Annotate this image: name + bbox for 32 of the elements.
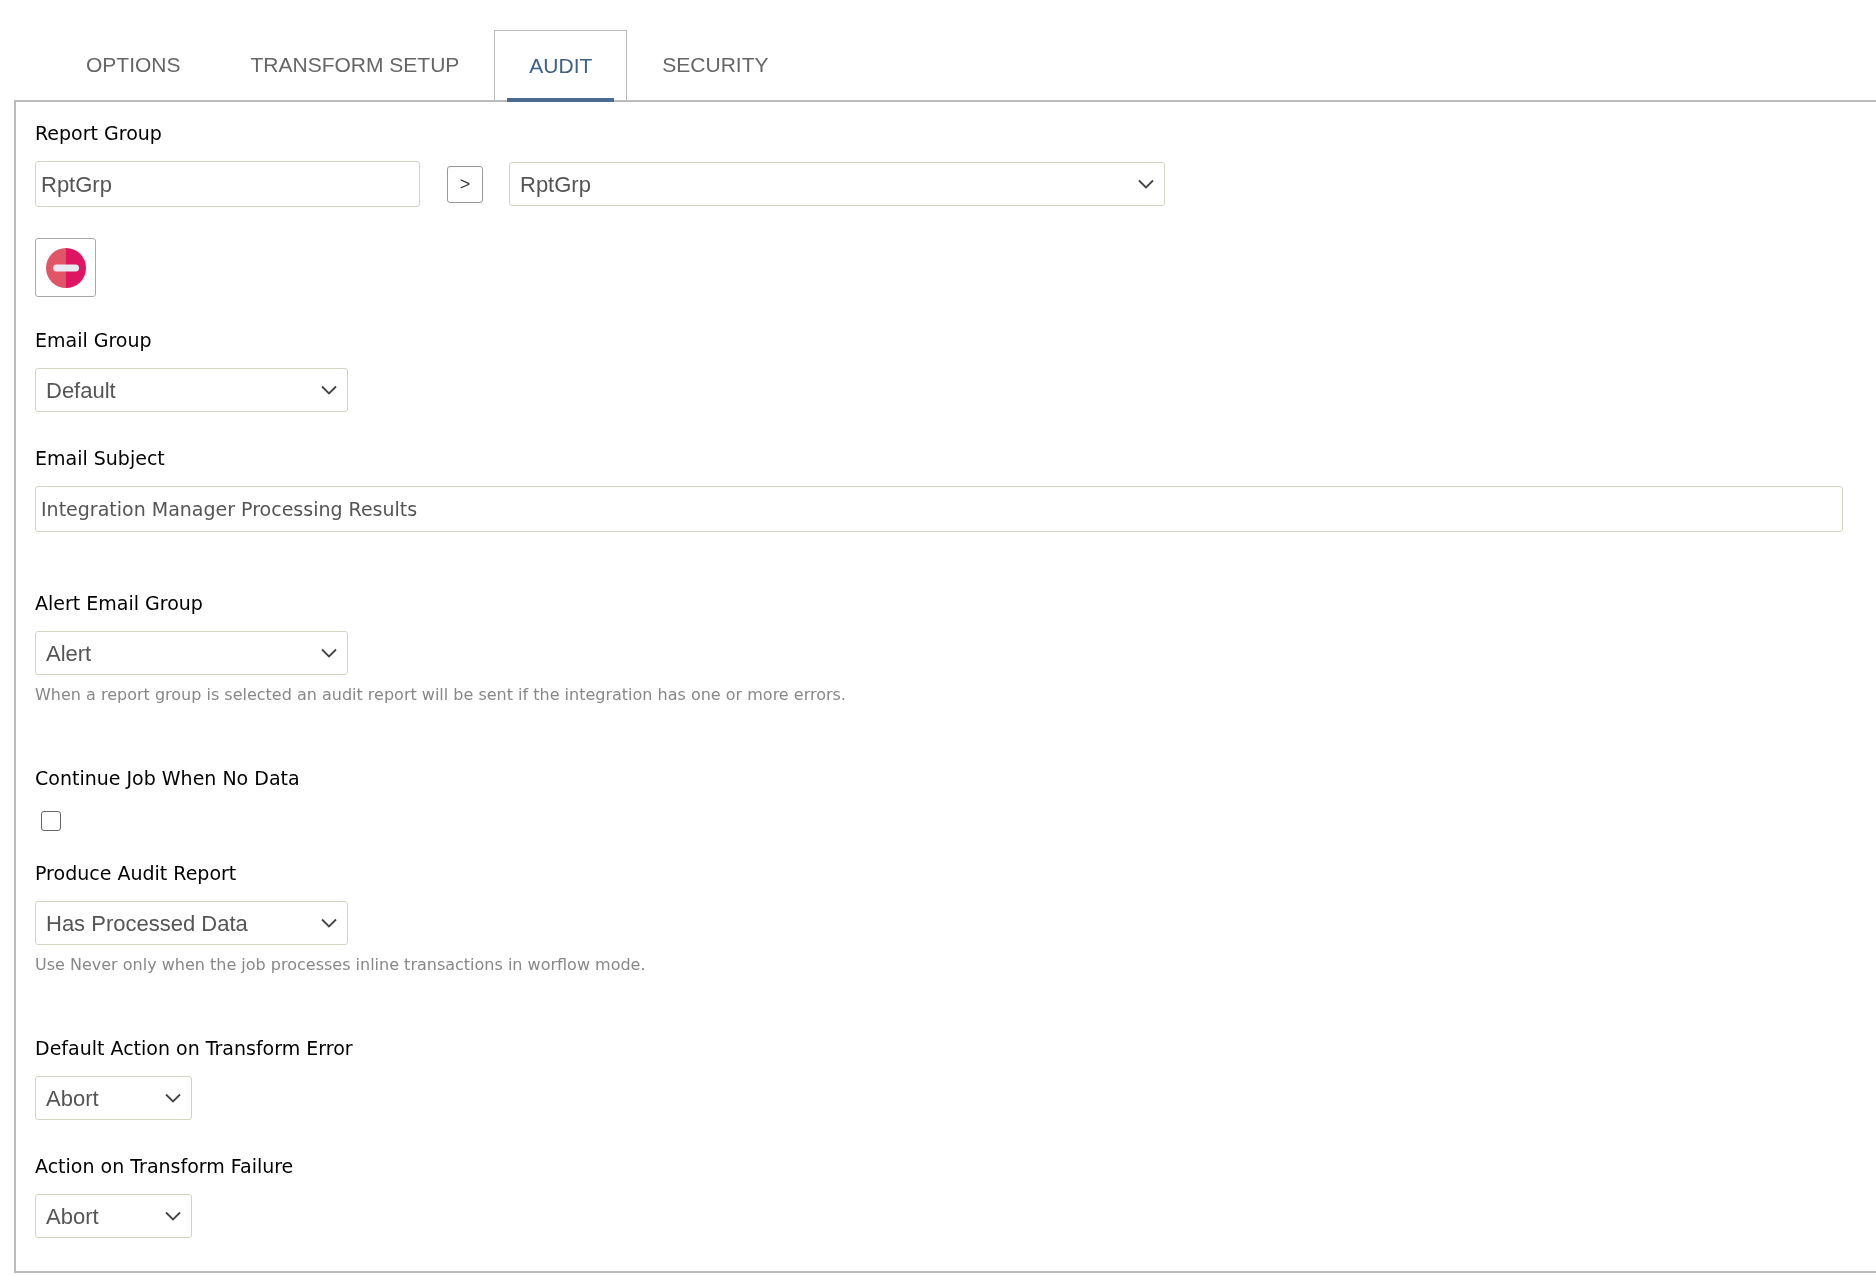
- dropdown-select[interactable]: Abort: [35, 1076, 192, 1120]
- tab[interactable]: TRANSFORM SETUP: [215, 30, 495, 100]
- field-label: Alert Email Group: [35, 591, 203, 616]
- tab[interactable]: OPTIONS: [51, 30, 216, 100]
- field-label: Produce Audit Report: [35, 861, 237, 886]
- field-label: Action on Transform Failure: [35, 1154, 294, 1179]
- remove-button[interactable]: [35, 238, 96, 297]
- chevron-down-icon: [321, 648, 337, 658]
- dropdown-select[interactable]: Alert: [35, 631, 348, 675]
- dropdown-select[interactable]: Has Processed Data: [35, 901, 348, 945]
- hint-text: When a report group is selected an audit report will be sent if the integration has one or more errors.: [35, 685, 846, 705]
- hint-text: Use Never only when the job processes inline transactions in worflow mode.: [35, 955, 646, 975]
- field-label: Report Group: [35, 121, 162, 146]
- field-label: Email Group: [35, 328, 152, 353]
- field-label: Default Action on Transform Error: [35, 1036, 353, 1061]
- chevron-down-icon: [165, 1211, 181, 1221]
- move-button[interactable]: >: [447, 165, 483, 203]
- text-input[interactable]: RptGrp: [35, 161, 420, 207]
- chevron-down-icon: [321, 918, 337, 928]
- field-label: Email Subject: [35, 446, 165, 471]
- dropdown-select[interactable]: Default: [35, 368, 348, 412]
- chevron-down-icon: [1138, 179, 1154, 189]
- text-input[interactable]: Integration Manager Processing Results: [35, 486, 1843, 532]
- dropdown-select[interactable]: RptGrp: [509, 162, 1165, 206]
- tab[interactable]: SECURITY: [627, 30, 804, 100]
- checkbox[interactable]: [41, 811, 61, 831]
- tab[interactable]: AUDIT: [494, 30, 628, 100]
- field-label: Continue Job When No Data: [35, 766, 300, 791]
- chevron-down-icon: [165, 1093, 181, 1103]
- dropdown-select[interactable]: Abort: [35, 1194, 192, 1238]
- remove-icon: [43, 245, 88, 290]
- chevron-down-icon: [321, 385, 337, 395]
